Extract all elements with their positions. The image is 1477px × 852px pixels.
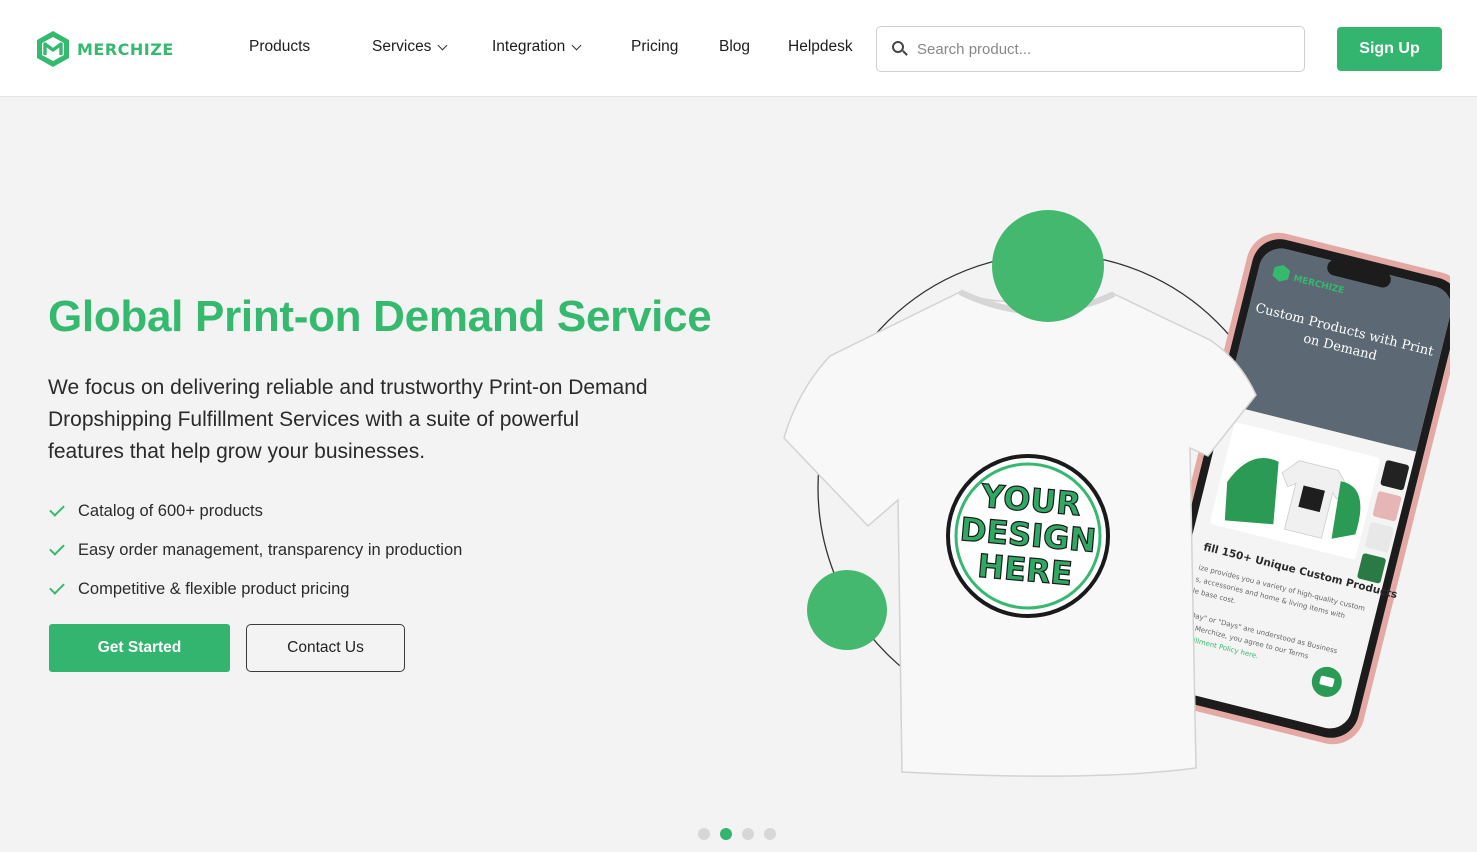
- decor-circle-large: [992, 210, 1104, 322]
- merchize-logo-icon: [37, 31, 69, 67]
- check-icon: [49, 579, 65, 595]
- nav-label: Integration: [492, 38, 566, 55]
- nav-label: Products: [249, 38, 311, 55]
- hero-illustration: MERCHIZE Custom Products with Print on D…: [783, 210, 1450, 777]
- search-input[interactable]: [917, 40, 1277, 58]
- feature-item: Easy order management, transparency in p…: [49, 531, 463, 570]
- feature-text: Competitive & flexible product pricing: [78, 580, 350, 598]
- nav-label: Services: [372, 38, 432, 55]
- carousel-dot[interactable]: [764, 828, 776, 840]
- check-icon: [49, 540, 65, 556]
- carousel-dot[interactable]: [698, 828, 710, 840]
- check-icon: [49, 501, 65, 517]
- nav-label: Pricing: [631, 38, 679, 55]
- nav-helpdesk[interactable]: Helpdesk: [788, 38, 853, 56]
- chevron-down-icon: [571, 40, 582, 50]
- feature-item: Catalog of 600+ products: [49, 492, 462, 531]
- nav-label: Helpdesk: [788, 38, 853, 55]
- nav-services[interactable]: Services: [372, 38, 448, 56]
- nav-label: Blog: [719, 38, 751, 55]
- feature-list: Catalog of 600+ products Easy order mana…: [49, 492, 463, 609]
- site-header: MERCHIZE Products Services Integration P…: [0, 0, 1477, 97]
- nav-products[interactable]: Products: [249, 38, 310, 56]
- carousel-dots: [698, 828, 776, 840]
- hero-title: Global Print-on Demand Service: [48, 292, 712, 341]
- sign-up-button[interactable]: Sign Up: [1337, 27, 1442, 71]
- chevron-down-icon: [437, 40, 448, 50]
- nav-integration[interactable]: Integration: [492, 38, 582, 56]
- hero-description: We focus on delivering reliable and trus…: [48, 376, 648, 463]
- nav-blog[interactable]: Blog: [719, 38, 750, 56]
- carousel-dot[interactable]: [742, 828, 754, 840]
- decor-circle-small: [807, 570, 887, 650]
- contact-us-button[interactable]: Contact Us: [246, 624, 405, 672]
- feature-text: Easy order management, transparency in p…: [78, 541, 463, 559]
- brand-name: MERCHIZE: [77, 39, 174, 59]
- search-box[interactable]: [876, 26, 1305, 72]
- carousel-dot[interactable]: [720, 828, 732, 840]
- get-started-button[interactable]: Get Started: [49, 624, 230, 672]
- brand-logo[interactable]: MERCHIZE: [33, 29, 174, 69]
- feature-text: Catalog of 600+ products: [78, 502, 263, 520]
- feature-item: Competitive & flexible product pricing: [49, 570, 462, 609]
- search-icon[interactable]: [891, 40, 909, 58]
- nav-pricing[interactable]: Pricing: [631, 38, 678, 56]
